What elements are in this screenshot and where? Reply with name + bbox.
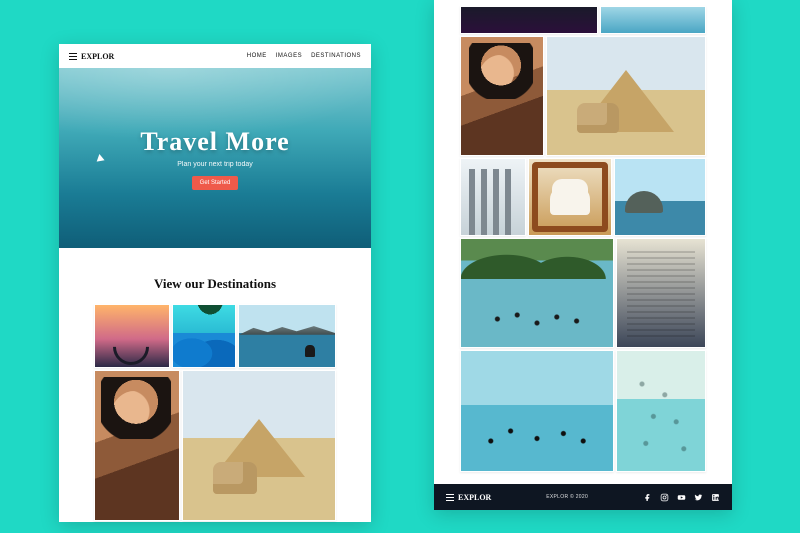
hero-section: Travel More Plan your next trip today Ge… <box>59 68 371 248</box>
nav-links: Home Images Destinations <box>247 53 361 59</box>
nav-link-destinations[interactable]: Destinations <box>311 53 361 59</box>
brand-logo[interactable]: EXPLOR <box>69 52 114 61</box>
site-footer: EXPLOR EXPLOR © 2020 <box>434 484 732 510</box>
menu-bars-icon <box>446 493 454 501</box>
gallery-grid-top <box>94 304 336 522</box>
gallery-tile-beach-crowd[interactable] <box>460 350 614 472</box>
gallery-tile-kayak-lake[interactable] <box>238 304 336 368</box>
linkedin-icon[interactable] <box>711 493 720 502</box>
nav-link-home[interactable]: Home <box>247 53 267 59</box>
brand-text: EXPLOR <box>81 52 114 61</box>
gallery-tile-rio-bay[interactable] <box>614 158 706 236</box>
get-started-button[interactable]: Get Started <box>192 176 239 190</box>
hero-title: Travel More <box>140 127 289 157</box>
gallery-heading: View our Destinations <box>59 276 371 292</box>
page-preview-home: EXPLOR Home Images Destinations Travel M… <box>59 44 371 522</box>
gallery-tile-pyramids-2[interactable] <box>546 36 706 156</box>
gallery-tile-scroll-texture[interactable] <box>616 238 706 348</box>
top-navbar: EXPLOR Home Images Destinations <box>59 44 371 68</box>
footer-copyright: EXPLOR © 2020 <box>546 494 588 500</box>
footer-brand[interactable]: EXPLOR <box>446 493 491 502</box>
footer-social-links <box>643 493 720 502</box>
facebook-icon[interactable] <box>643 493 652 502</box>
youtube-icon[interactable] <box>677 493 686 502</box>
gallery-tile-taj-mahal[interactable] <box>528 158 612 236</box>
gallery-tile-wave-palms[interactable] <box>172 304 236 368</box>
gallery-tile-aerial-beach[interactable] <box>616 350 706 472</box>
gallery-tile-river-swimmers[interactable] <box>460 238 614 348</box>
gallery-tile-pyramids[interactable] <box>182 370 336 521</box>
nav-link-images[interactable]: Images <box>276 53 302 59</box>
instagram-icon[interactable] <box>660 493 669 502</box>
footer-brand-text: EXPLOR <box>458 493 491 502</box>
gallery-tile-night-city[interactable] <box>460 6 598 34</box>
menu-bars-icon <box>69 52 77 60</box>
hero-subtitle: Plan your next trip today <box>177 161 253 168</box>
gallery-grid-full <box>460 6 706 474</box>
gallery-tile-portrait-woman-2[interactable] <box>460 36 544 156</box>
gallery-tile-sunset-pier[interactable] <box>94 304 170 368</box>
twitter-icon[interactable] <box>694 493 703 502</box>
page-preview-gallery: EXPLOR EXPLOR © 2020 <box>434 0 732 510</box>
gallery-tile-portrait-woman[interactable] <box>94 370 180 521</box>
gallery-tile-ocean-cliff[interactable] <box>600 6 706 34</box>
boat-icon <box>95 153 104 161</box>
gallery-tile-city-street[interactable] <box>460 158 526 236</box>
